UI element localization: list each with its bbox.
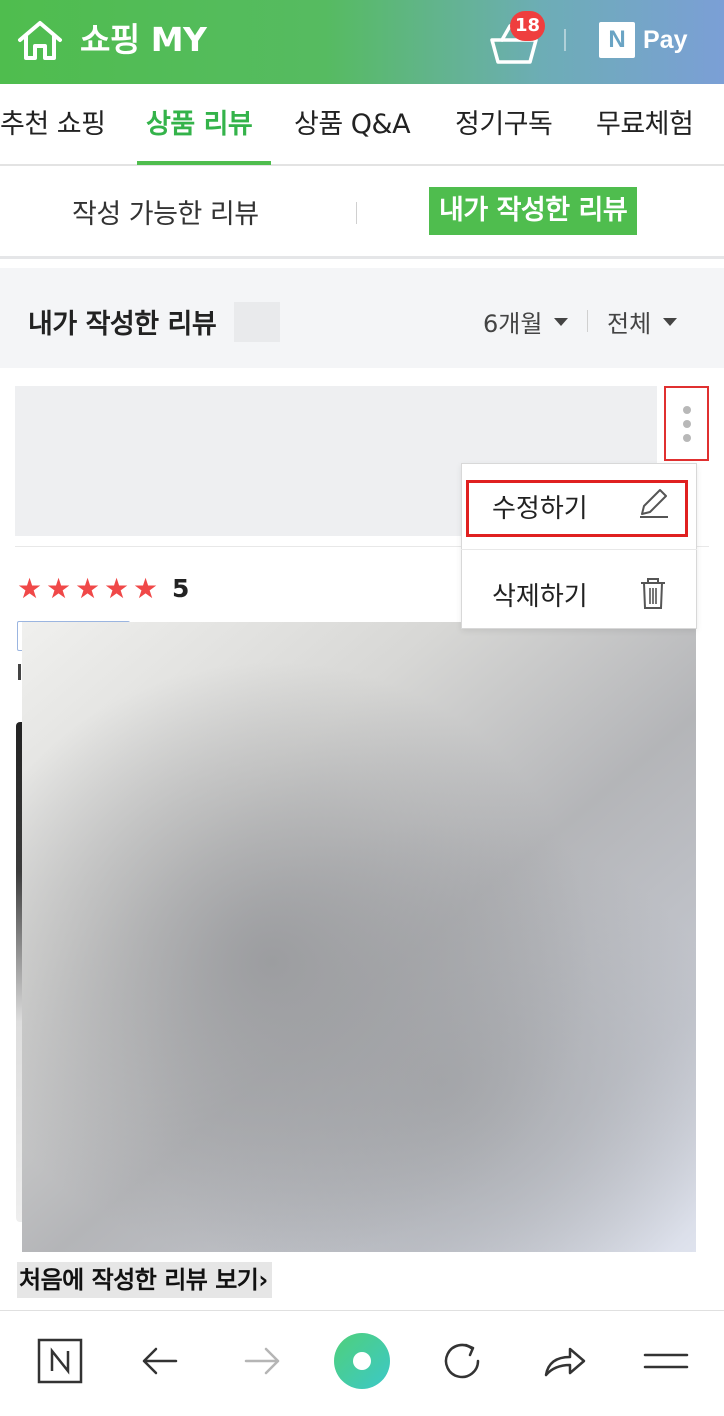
naver-n-icon[interactable] [32, 1333, 88, 1389]
chevron-right-icon: › [258, 1266, 268, 1294]
menu-icon[interactable] [638, 1333, 694, 1389]
more-options-button[interactable] [664, 386, 709, 461]
rating-value: 5 [172, 574, 190, 603]
naver-pay-logo: N [599, 22, 635, 58]
subtab-my-reviews[interactable]: 내가 작성한 리뷰 [429, 187, 638, 235]
review-count-placeholder [234, 302, 280, 342]
naver-pay-label: Pay [643, 25, 688, 54]
home-icon[interactable] [16, 18, 64, 62]
type-filter-dropdown[interactable]: 전체 [607, 304, 678, 339]
section-title: 내가 작성한 리뷰 [28, 309, 217, 340]
active-tab-indicator [137, 161, 271, 165]
back-arrow-icon[interactable] [132, 1333, 188, 1389]
filter-divider [587, 310, 588, 332]
review-subtabs: 작성 가능한 리뷰 내가 작성한 리뷰 [0, 166, 724, 259]
naver-pay-button[interactable]: N Pay [599, 22, 687, 58]
edit-highlight-frame [466, 480, 688, 537]
cart-count-badge: 18 [510, 11, 546, 41]
forward-arrow-icon[interactable] [234, 1333, 290, 1389]
more-dot-icon [682, 405, 691, 414]
star-icon: ★ [75, 572, 101, 605]
more-dot-icon [682, 433, 691, 442]
subtab-writable-reviews[interactable]: 작성 가능한 리뷰 [72, 192, 259, 231]
star-icon: ★ [133, 572, 159, 605]
tab-product-reviews[interactable]: 상품 리뷰 [146, 84, 253, 166]
star-icon: ★ [104, 572, 130, 605]
star-icon: ★ [17, 572, 43, 605]
page-title: 쇼핑 MY [80, 20, 207, 59]
top-header: 쇼핑 MY 18 N Pay [0, 0, 724, 84]
period-filter-dropdown[interactable]: 6개월 [483, 304, 569, 339]
browser-bottom-bar [0, 1310, 724, 1416]
subtab-divider [356, 202, 357, 224]
menu-divider [461, 549, 697, 550]
tab-free-trial[interactable]: 무료체험 [596, 84, 694, 166]
star-icon: ★ [46, 572, 72, 605]
view-first-review-link[interactable]: 처음에 작성한 리뷰 보기› [17, 1262, 272, 1298]
more-dot-icon [682, 419, 691, 428]
text-fragment [18, 664, 21, 680]
green-dot-home-icon[interactable] [334, 1333, 390, 1389]
star-rating: ★ ★ ★ ★ ★ [17, 575, 161, 603]
tab-subscription[interactable]: 정기구독 [455, 84, 553, 166]
tab-product-qa[interactable]: 상품 Q&A [294, 84, 411, 166]
section-header: 내가 작성한 리뷰 6개월 전체 [0, 268, 724, 368]
chevron-down-icon [663, 317, 678, 326]
tab-recommended-shopping[interactable]: 추천 쇼핑 [0, 84, 106, 166]
chevron-down-icon [554, 317, 569, 326]
delete-label: 삭제하기 [492, 582, 588, 612]
view-first-review-label: 처음에 작성한 리뷰 보기 [19, 1266, 259, 1294]
period-filter-label: 6개월 [483, 310, 543, 338]
main-tabs: 추천 쇼핑 상품 리뷰 상품 Q&A 정기구독 무료체험 [0, 84, 724, 166]
review-photo-blurred[interactable] [22, 622, 696, 1252]
header-divider [564, 29, 566, 51]
share-icon[interactable] [536, 1333, 592, 1389]
trash-icon [641, 578, 665, 609]
refresh-icon[interactable] [434, 1333, 490, 1389]
type-filter-label: 전체 [607, 310, 652, 338]
